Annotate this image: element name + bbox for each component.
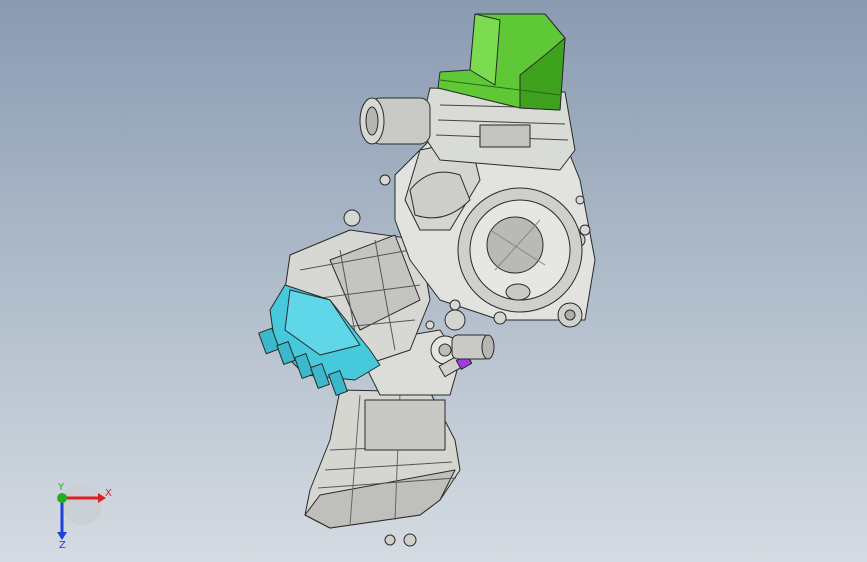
triad-background: [62, 485, 102, 525]
z-axis-arrow: [57, 532, 67, 540]
coordinate-triad: X Y Z: [57, 482, 112, 548]
3d-viewport[interactable]: X Y Z: [0, 0, 867, 562]
y-axis-dot: [57, 493, 67, 503]
oil-sump[interactable]: [304, 389, 461, 547]
y-axis-label: Y: [57, 482, 65, 493]
z-axis-label: Z: [59, 540, 66, 548]
engine-model[interactable]: [0, 0, 867, 562]
starter-motor[interactable]: [359, 97, 431, 145]
x-axis-label: X: [105, 488, 112, 499]
oil-filter[interactable]: [451, 334, 495, 360]
